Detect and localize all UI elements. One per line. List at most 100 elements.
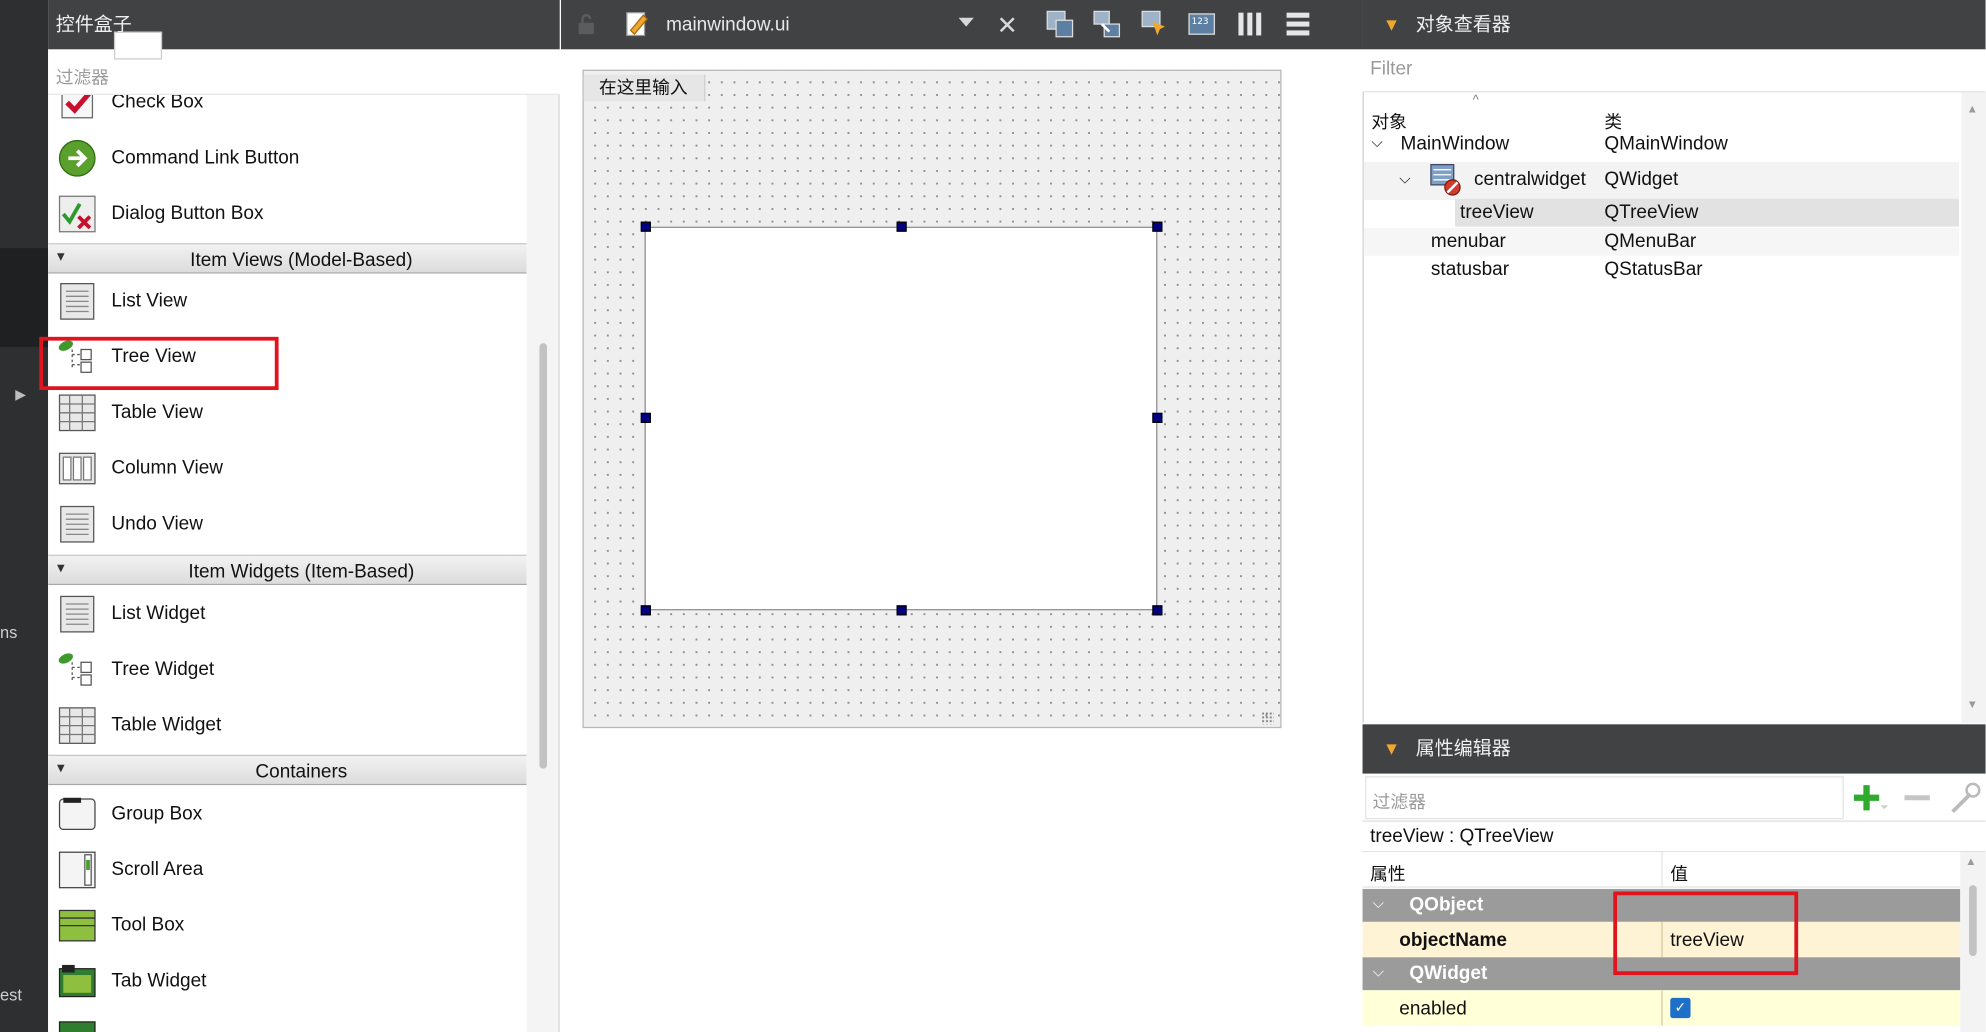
widget-item-tab-widget[interactable]: Tab Widget — [48, 954, 527, 1010]
remove-property-icon[interactable] — [1902, 781, 1932, 814]
scrollbar-thumb[interactable] — [1969, 885, 1977, 957]
wrench-icon[interactable] — [1948, 779, 1983, 817]
chevron-down-icon[interactable]: ⌵ — [1399, 170, 1411, 189]
property-row-enabled[interactable]: enabled ✓ — [1362, 990, 1961, 1026]
object-tree-scrollbar[interactable]: ▲ ▼ — [1961, 92, 1986, 724]
resize-handle[interactable] — [1152, 221, 1163, 232]
mode-label[interactable]: est — [0, 985, 22, 1004]
form-resize-grip[interactable] — [1261, 711, 1274, 725]
widget-item-column-view[interactable]: Column View — [48, 441, 527, 497]
widget-item-check-box[interactable]: Check Box — [48, 94, 527, 130]
widget-item-table-view[interactable]: Table View — [48, 385, 527, 441]
add-property-icon[interactable] — [1853, 781, 1889, 814]
widget-item-label: Column View — [111, 457, 224, 479]
object-name: treeView — [1460, 201, 1534, 223]
group-label: QObject — [1409, 894, 1484, 916]
resize-handle[interactable] — [640, 412, 651, 423]
widget-box-list: Check Box Command Link Button Dialog But… — [48, 94, 527, 1032]
object-inspector-filter[interactable]: Filter — [1362, 49, 1986, 93]
menu-type-here[interactable]: 在这里输入 — [583, 74, 706, 102]
resize-handle[interactable] — [896, 605, 907, 616]
file-dropdown-icon[interactable] — [958, 17, 974, 27]
dialog-button-box-icon — [58, 195, 96, 233]
resize-handle[interactable] — [896, 221, 907, 232]
close-document-icon[interactable]: ✕ — [997, 10, 1018, 42]
tool-box-icon — [58, 909, 96, 942]
edit-buddies-icon[interactable] — [1140, 9, 1170, 39]
tree-row[interactable]: statusbar QStatusBar — [1364, 256, 1959, 284]
widget-item-scroll-area[interactable]: Scroll Area — [48, 842, 527, 898]
list-view-icon — [60, 283, 95, 320]
col-property[interactable]: 属性 — [1370, 861, 1405, 886]
mode-design-selected[interactable] — [0, 248, 49, 347]
table-view-icon — [58, 394, 96, 432]
layout-horizontal-icon[interactable] — [1235, 9, 1265, 39]
chevron-down-icon[interactable]: ▼ — [1383, 724, 1401, 773]
property-editor-title: 属性编辑器 — [1415, 738, 1511, 760]
col-object[interactable]: 对象 — [1371, 109, 1406, 134]
resize-handle[interactable] — [1152, 412, 1163, 423]
tree-row-selected[interactable]: treeView QTreeView — [1454, 198, 1959, 227]
chevron-down-icon[interactable]: ▼ — [1383, 0, 1401, 49]
col-value[interactable]: 值 — [1670, 861, 1688, 886]
widget-item-list-view[interactable]: List View — [48, 274, 527, 330]
widget-item-label: List Widget — [111, 602, 206, 625]
qt-designer-window: ▶ ns est 控件盒子 过滤器 Check Box Command Link… — [0, 0, 1986, 1032]
tree-row[interactable]: ⌵ centralwidget QWidget — [1363, 162, 1959, 201]
category-item-widgets[interactable]: ▾ Item Widgets (Item-Based) — [48, 554, 527, 586]
enabled-checkbox[interactable]: ✓ — [1670, 997, 1691, 1019]
widget-box-filter[interactable]: 过滤器 — [48, 31, 560, 95]
table-widget-icon — [58, 707, 96, 744]
chevron-down-icon[interactable]: ⌵ — [1373, 962, 1385, 981]
mode-label[interactable]: ns — [0, 623, 17, 642]
property-filter-input[interactable]: 过滤器 — [1365, 776, 1844, 820]
tree-row[interactable]: ⌵ MainWindow QMainWindow — [1364, 133, 1959, 161]
scrollbar-thumb[interactable] — [539, 343, 548, 769]
widget-item-group-box[interactable]: Group Box — [48, 786, 527, 842]
widget-item-table-widget[interactable]: Table Widget — [48, 698, 527, 754]
widget-item-list-widget[interactable]: List Widget — [48, 586, 527, 642]
object-inspector-title-bar: ▼ 对象查看器 — [1362, 0, 1986, 50]
sort-up-icon: ^ — [1472, 93, 1479, 108]
widget-box-scrollbar[interactable] — [526, 94, 560, 1032]
chevron-down-icon[interactable]: ⌵ — [1373, 894, 1385, 913]
property-table-scrollbar[interactable]: ▲ — [1960, 852, 1986, 1032]
widget-item-dialog-button-box[interactable]: Dialog Button Box — [48, 186, 527, 242]
edit-signals-icon[interactable] — [1092, 9, 1122, 39]
category-label: Containers — [255, 761, 348, 783]
widget-item-label: Table Widget — [111, 714, 222, 736]
widget-item-label: Table View — [111, 401, 203, 423]
scroll-up-icon[interactable]: ▲ — [1967, 103, 1978, 116]
property-editor-title-bar: ▼ 属性编辑器 — [1362, 724, 1986, 774]
tree-row[interactable]: menubar QMenuBar — [1363, 227, 1959, 256]
filter-placeholder: Filter — [1370, 58, 1413, 80]
list-widget-icon — [60, 595, 95, 633]
widget-item-command-link-button[interactable]: Command Link Button — [48, 130, 527, 186]
scroll-up-icon[interactable]: ▲ — [1965, 855, 1976, 868]
category-item-views[interactable]: ▾ Item Views (Model-Based) — [48, 243, 527, 274]
widget-item-partial[interactable] — [48, 1009, 527, 1032]
widget-item-tool-box[interactable]: Tool Box — [48, 898, 527, 954]
category-containers[interactable]: ▾ Containers — [48, 754, 527, 786]
column-view-icon — [58, 452, 96, 485]
selected-object-class: treeView : QTreeView — [1362, 821, 1986, 853]
widget-item-undo-view[interactable]: Undo View — [48, 496, 527, 552]
edit-tab-order-icon[interactable]: 123 — [1187, 9, 1217, 39]
chevron-down-icon[interactable]: ⌵ — [1371, 133, 1383, 152]
expand-arrow-icon[interactable]: ▶ — [15, 386, 26, 402]
widget-item-tree-widget[interactable]: Tree Widget — [48, 642, 527, 698]
layout-vertical-icon[interactable] — [1283, 9, 1313, 39]
resize-handle[interactable] — [640, 221, 651, 232]
property-name: objectName — [1399, 929, 1507, 951]
resize-handle[interactable] — [1152, 605, 1163, 616]
resize-handle[interactable] — [640, 605, 651, 616]
stacked-widget-icon — [58, 1021, 96, 1032]
col-class[interactable]: 类 — [1604, 109, 1622, 134]
widget-item-label: Group Box — [111, 802, 203, 825]
tree-view-widget[interactable] — [644, 226, 1158, 611]
scroll-down-icon[interactable]: ▼ — [1967, 698, 1978, 711]
editor-file-name[interactable]: mainwindow.ui — [666, 14, 790, 36]
object-tree: 对象 ^ 类 ⌵ MainWindow QMainWindow ⌵ centra… — [1362, 92, 1986, 724]
lock-icon[interactable] — [576, 13, 596, 36]
edit-widgets-icon[interactable] — [1045, 9, 1075, 39]
